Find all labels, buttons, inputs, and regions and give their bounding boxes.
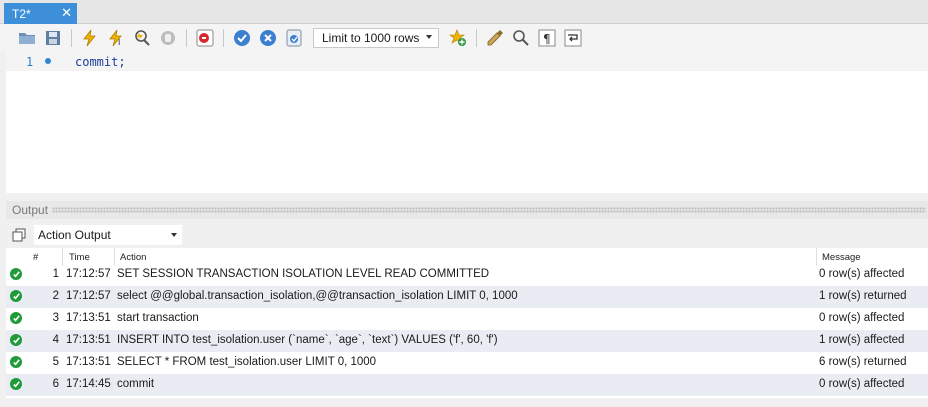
table-row[interactable]: 6 17:14:45 commit 0 row(s) affected	[6, 374, 928, 396]
row-message: 1 row(s) returned	[819, 290, 907, 302]
close-icon[interactable]: ✕	[61, 5, 72, 21]
row-number: 1	[52, 268, 59, 280]
success-check-icon	[10, 334, 22, 346]
statement-marker-icon	[45, 58, 51, 64]
autocommit-icon[interactable]	[283, 27, 305, 49]
find-icon[interactable]	[510, 27, 532, 49]
action-output-grid: # Time Action Message 1 17:12:57 SET SES…	[6, 248, 928, 398]
table-row[interactable]: 1 17:12:57 SET SESSION TRANSACTION ISOLA…	[6, 264, 928, 286]
toggle-error-icon[interactable]	[194, 27, 216, 49]
chevron-down-icon	[171, 233, 177, 237]
explain-icon[interactable]	[131, 27, 153, 49]
line-number: 1	[26, 55, 34, 69]
success-check-icon	[10, 356, 22, 368]
column-header-message[interactable]: Message	[822, 252, 861, 263]
row-number: 5	[52, 356, 59, 368]
row-time: 17:13:51	[66, 312, 111, 324]
toolbar-separator	[71, 29, 72, 47]
copy-icon[interactable]	[12, 228, 26, 242]
limit-rows-label: Limit to 1000 rows	[322, 31, 420, 45]
row-action: commit	[117, 378, 155, 390]
beautify-icon[interactable]	[484, 27, 506, 49]
toolbar-separator	[476, 29, 477, 47]
invisible-chars-icon[interactable]: ¶	[536, 27, 558, 49]
row-number: 2	[52, 290, 59, 302]
table-row[interactable]: 3 17:13:51 start transaction 0 row(s) af…	[6, 308, 928, 330]
table-row[interactable]: 2 17:12:57 select @@global.transaction_i…	[6, 286, 928, 308]
sql-toolbar: I Limit to 1000 rows ¶	[0, 24, 928, 52]
row-message: 6 row(s) returned	[819, 356, 907, 368]
rollback-icon[interactable]	[257, 27, 279, 49]
open-folder-icon[interactable]	[16, 27, 38, 49]
row-action: INSERT INTO test_isolation.user (`name`,…	[117, 334, 498, 346]
sql-editor[interactable]: 1 commit;	[6, 52, 928, 193]
execute-icon[interactable]	[79, 27, 101, 49]
row-time: 17:13:51	[66, 334, 111, 346]
save-icon[interactable]	[42, 27, 64, 49]
column-header-num[interactable]: #	[33, 252, 38, 263]
row-action: select @@global.transaction_isolation,@@…	[117, 290, 518, 302]
row-message: 0 row(s) affected	[819, 312, 905, 324]
output-type-label: Action Output	[38, 228, 111, 242]
row-message: 0 row(s) affected	[819, 378, 905, 390]
toolbar-separator	[186, 29, 187, 47]
row-action: SET SESSION TRANSACTION ISOLATION LEVEL …	[117, 268, 490, 280]
toolbar-separator	[223, 29, 224, 47]
success-check-icon	[10, 312, 22, 324]
code-line[interactable]: commit;	[75, 55, 126, 69]
row-time: 17:14:45	[66, 378, 111, 390]
table-row[interactable]: 4 17:13:51 INSERT INTO test_isolation.us…	[6, 330, 928, 352]
output-label: Output	[12, 203, 49, 217]
column-header-action[interactable]: Action	[120, 252, 146, 263]
svg-text:I: I	[118, 38, 120, 47]
row-message: 0 row(s) affected	[819, 268, 905, 280]
current-line-highlight	[6, 52, 928, 71]
commit-icon[interactable]	[231, 27, 253, 49]
row-time: 17:12:57	[66, 290, 111, 302]
tab-strip: T2* ✕	[0, 0, 928, 24]
row-message: 1 row(s) affected	[819, 334, 905, 346]
output-toolbar: Action Output	[6, 222, 928, 248]
table-row[interactable]: 5 17:13:51 SELECT * FROM test_isolation.…	[6, 352, 928, 374]
success-check-icon	[10, 268, 22, 280]
wrap-icon[interactable]	[562, 27, 584, 49]
row-action: SELECT * FROM test_isolation.user LIMIT …	[117, 356, 377, 368]
success-check-icon	[10, 378, 22, 390]
column-header-time[interactable]: Time	[69, 252, 90, 263]
success-check-icon	[10, 290, 22, 302]
chevron-down-icon	[426, 35, 432, 39]
output-panel-header: Output	[6, 201, 928, 219]
splitter-grip[interactable]	[52, 207, 926, 213]
svg-text:¶: ¶	[543, 32, 551, 46]
output-type-select[interactable]: Action Output	[34, 225, 182, 245]
row-number: 3	[52, 312, 59, 324]
row-time: 17:12:57	[66, 268, 111, 280]
tab-title: T2*	[12, 6, 31, 21]
stop-icon[interactable]	[157, 27, 179, 49]
execute-current-icon[interactable]: I	[105, 27, 127, 49]
row-time: 17:13:51	[66, 356, 111, 368]
tab-t2[interactable]: T2* ✕	[4, 3, 77, 24]
add-snippet-icon[interactable]	[447, 27, 469, 49]
row-action: start transaction	[117, 312, 199, 324]
row-number: 6	[52, 378, 59, 390]
limit-rows-select[interactable]: Limit to 1000 rows	[313, 28, 439, 48]
row-number: 4	[52, 334, 59, 346]
